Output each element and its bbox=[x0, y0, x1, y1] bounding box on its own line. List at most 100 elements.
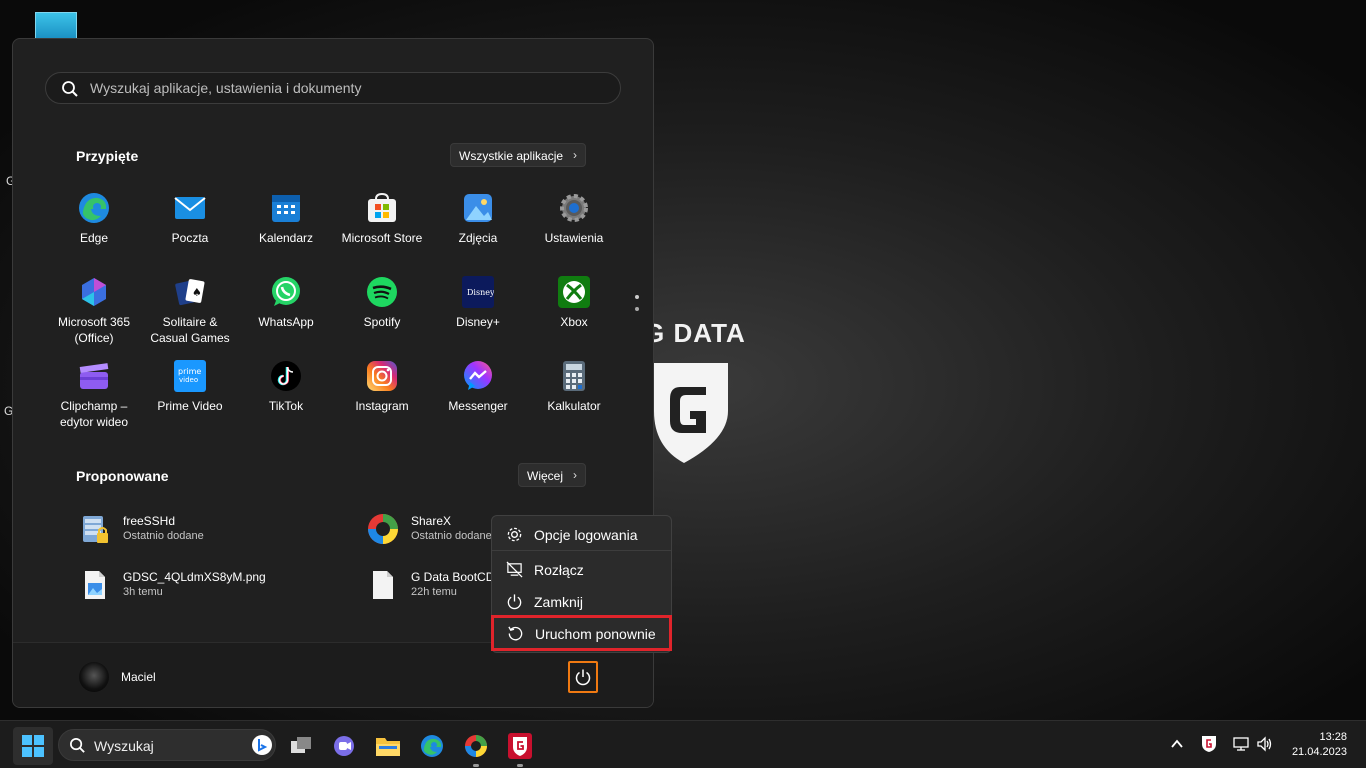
recommended-item[interactable]: GDSC_4QLdmXS8yM.png 3h temu bbox=[79, 563, 339, 607]
pinned-app-label: Spotify bbox=[363, 315, 401, 329]
pinned-app-label: Poczta bbox=[171, 231, 209, 245]
pinned-app-label: Prime Video bbox=[157, 399, 223, 413]
pinned-app-xbox[interactable]: Xbox bbox=[526, 267, 622, 351]
pinned-app-calendar[interactable]: Kalendarz bbox=[238, 183, 334, 267]
power-context-menu: Opcje logowania Rozłącz Zamknij Uruchom … bbox=[491, 515, 672, 653]
svg-text:♠: ♠ bbox=[192, 286, 202, 299]
search-icon bbox=[62, 81, 78, 97]
page-dot-active bbox=[635, 295, 639, 299]
pinned-app-label: Zdjęcia bbox=[458, 231, 498, 245]
pinned-app-messenger[interactable]: Messenger bbox=[430, 351, 526, 435]
spotify-icon bbox=[366, 276, 398, 308]
pinned-app-whatsapp[interactable]: WhatsApp bbox=[238, 267, 334, 351]
tiktok-icon bbox=[270, 360, 302, 392]
recommended-item-time: 3h temu bbox=[123, 586, 163, 598]
power-button[interactable] bbox=[568, 661, 598, 693]
pinned-app-store[interactable]: Microsoft Store bbox=[334, 183, 430, 267]
pinned-app-label: Messenger bbox=[448, 399, 508, 413]
pinned-app-label: Kalkulator bbox=[547, 399, 601, 413]
network-icon[interactable] bbox=[1232, 735, 1250, 753]
xbox-icon bbox=[558, 276, 590, 308]
bing-icon[interactable] bbox=[251, 734, 273, 756]
chat-button[interactable] bbox=[324, 727, 364, 765]
taskbar-search[interactable]: Wyszukaj bbox=[58, 729, 276, 761]
recommended-item[interactable]: freeSSHd Ostatnio dodane bbox=[79, 507, 339, 551]
menu-item-disconnect[interactable]: Rozłącz bbox=[492, 554, 671, 584]
user-name[interactable]: Maciel bbox=[121, 670, 156, 684]
start-button[interactable] bbox=[13, 727, 53, 765]
pinned-app-spotify[interactable]: Spotify bbox=[334, 267, 430, 351]
photos-icon bbox=[462, 192, 494, 224]
pinned-app-calculator[interactable]: Kalkulator bbox=[526, 351, 622, 435]
menu-item-label: Zamknij bbox=[534, 594, 584, 610]
office-icon bbox=[78, 276, 110, 308]
pinned-app-edge[interactable]: Edge bbox=[46, 183, 142, 267]
gdata-button[interactable] bbox=[500, 727, 540, 767]
freesshd-icon bbox=[79, 513, 111, 545]
more-button[interactable]: Więcej › bbox=[518, 463, 587, 487]
pinned-app-disney[interactable]: Disney+ Disney+ bbox=[430, 267, 526, 351]
calendar-icon bbox=[270, 192, 302, 224]
pinned-app-label: Kalendarz bbox=[258, 231, 314, 245]
recommended-item-time: Ostatnio dodane bbox=[411, 530, 492, 542]
chevron-right-icon: › bbox=[573, 468, 578, 482]
clock-date: 21.04.2023 bbox=[1291, 746, 1347, 758]
pinned-app-clipchamp[interactable]: Clipchamp – edytor wideo bbox=[46, 351, 142, 435]
menu-item-restart[interactable]: Uruchom ponownie bbox=[491, 615, 672, 651]
recommended-item-name: G Data BootCD bbox=[411, 570, 495, 584]
clock-time: 13:28 bbox=[1319, 731, 1347, 743]
disney-icon: Disney+ bbox=[462, 276, 501, 308]
svg-text:prime: prime bbox=[178, 367, 201, 376]
pinned-app-label: Instagram bbox=[355, 399, 409, 413]
sharex-icon bbox=[465, 735, 487, 757]
gdata-tray-icon[interactable] bbox=[1200, 735, 1218, 753]
all-apps-button[interactable]: Wszystkie aplikacje › bbox=[450, 143, 587, 167]
page-indicator[interactable] bbox=[635, 295, 639, 319]
recommended-item-name: GDSC_4QLdmXS8yM.png bbox=[123, 570, 266, 584]
recommended-section-title: Proponowane bbox=[76, 468, 169, 484]
menu-item-shutdown[interactable]: Zamknij bbox=[492, 586, 671, 616]
pinned-app-office[interactable]: Microsoft 365 (Office) bbox=[46, 267, 142, 351]
svg-text:video: video bbox=[179, 376, 198, 384]
task-view-button[interactable] bbox=[281, 727, 321, 765]
pinned-app-mail[interactable]: Poczta bbox=[142, 183, 238, 267]
pinned-app-settings[interactable]: Ustawienia bbox=[526, 183, 622, 267]
running-indicator bbox=[517, 764, 523, 767]
teams-chat-icon bbox=[334, 736, 354, 756]
avatar[interactable] bbox=[79, 662, 109, 692]
pinned-app-photos[interactable]: Zdjęcia bbox=[430, 183, 526, 267]
pinned-app-label: WhatsApp bbox=[258, 315, 314, 329]
recommended-item-time: 22h temu bbox=[411, 586, 457, 598]
mail-icon bbox=[174, 192, 206, 224]
chevron-up-icon[interactable] bbox=[1168, 735, 1186, 753]
pinned-app-solitaire[interactable]: ♠ Solitaire & Casual Games bbox=[142, 267, 238, 351]
start-search-input[interactable] bbox=[90, 73, 610, 103]
more-label: Więcej bbox=[527, 469, 564, 483]
desktop-shortcut-icon[interactable] bbox=[35, 12, 77, 40]
pinned-app-label: Ustawienia bbox=[544, 231, 604, 245]
pinned-app-label: Xbox bbox=[560, 315, 588, 329]
instagram-icon bbox=[366, 360, 398, 392]
volume-icon[interactable] bbox=[1256, 735, 1274, 753]
running-indicator bbox=[473, 764, 479, 767]
start-search-box[interactable] bbox=[45, 72, 621, 104]
file-explorer-button[interactable] bbox=[368, 727, 408, 765]
power-icon bbox=[575, 669, 591, 686]
menu-item-sign-in-options[interactable]: Opcje logowania bbox=[492, 519, 671, 549]
sharex-button[interactable] bbox=[456, 727, 496, 767]
edge-button[interactable] bbox=[412, 727, 452, 765]
pinned-app-instagram[interactable]: Instagram bbox=[334, 351, 430, 435]
pinned-app-label: TikTok bbox=[268, 399, 304, 413]
file-icon bbox=[367, 569, 399, 601]
store-icon bbox=[366, 192, 398, 224]
pinned-app-tiktok[interactable]: TikTok bbox=[238, 351, 334, 435]
solitaire-icon: ♠ bbox=[174, 276, 206, 308]
restart-icon bbox=[508, 626, 523, 641]
taskbar: Wyszukaj 13:28 21.04.2023 bbox=[0, 720, 1366, 768]
pinned-app-prime-video[interactable]: prime video Prime Video bbox=[142, 351, 238, 435]
clock[interactable]: 13:28 21.04.2023 bbox=[1292, 730, 1347, 760]
pinned-section-title: Przypięte bbox=[76, 148, 139, 164]
gdata-shield-icon bbox=[654, 363, 728, 463]
settings-icon bbox=[558, 192, 590, 224]
gdata-icon bbox=[508, 733, 532, 759]
